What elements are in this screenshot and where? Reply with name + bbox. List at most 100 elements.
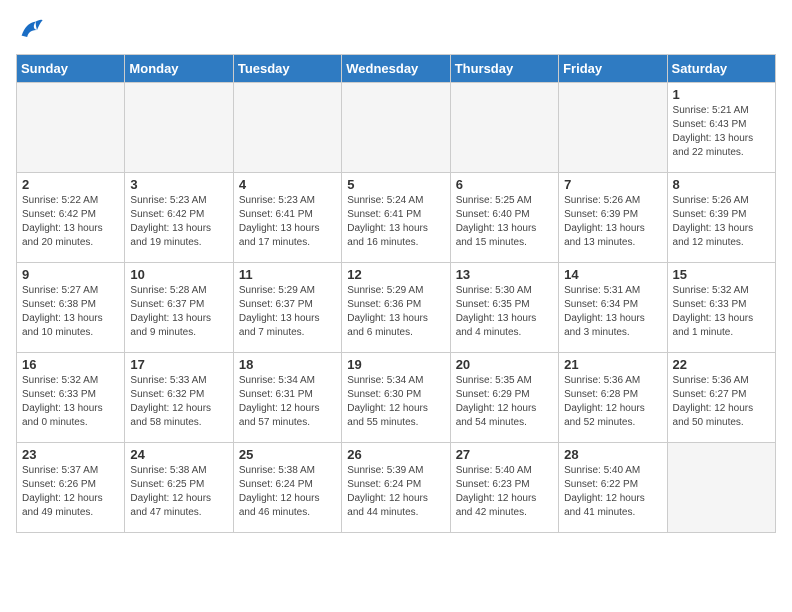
day-number: 20 (456, 357, 553, 372)
calendar-day-cell: 12 Sunrise: 5:29 AM Sunset: 6:36 PM Dayli… (342, 263, 450, 353)
day-info: Sunrise: 5:26 AM Sunset: 6:39 PM Dayligh… (564, 194, 661, 250)
weekday-header-tuesday: Tuesday (233, 55, 341, 83)
day-number: 27 (456, 447, 553, 462)
calendar-day-cell: 5 Sunrise: 5:24 AM Sunset: 6:41 PM Daylig… (342, 173, 450, 263)
calendar-day-cell: 16 Sunrise: 5:32 AM Sunset: 6:33 PM Dayli… (17, 353, 125, 443)
weekday-header-friday: Friday (559, 55, 667, 83)
calendar-day-cell: 1 Sunrise: 5:21 AM Sunset: 6:43 PM Daylig… (667, 83, 775, 173)
day-info: Sunrise: 5:38 AM Sunset: 6:24 PM Dayligh… (239, 464, 336, 520)
day-info: Sunrise: 5:32 AM Sunset: 6:33 PM Dayligh… (673, 284, 770, 340)
calendar-day-cell (125, 83, 233, 173)
calendar-day-cell (559, 83, 667, 173)
day-number: 8 (673, 177, 770, 192)
day-number: 12 (347, 267, 444, 282)
day-number: 28 (564, 447, 661, 462)
day-info: Sunrise: 5:23 AM Sunset: 6:41 PM Dayligh… (239, 194, 336, 250)
day-number: 23 (22, 447, 119, 462)
day-number: 9 (22, 267, 119, 282)
calendar-week-row: 1 Sunrise: 5:21 AM Sunset: 6:43 PM Daylig… (17, 83, 776, 173)
day-info: Sunrise: 5:34 AM Sunset: 6:31 PM Dayligh… (239, 374, 336, 430)
day-info: Sunrise: 5:40 AM Sunset: 6:22 PM Dayligh… (564, 464, 661, 520)
day-info: Sunrise: 5:37 AM Sunset: 6:26 PM Dayligh… (22, 464, 119, 520)
calendar-day-cell: 19 Sunrise: 5:34 AM Sunset: 6:30 PM Dayli… (342, 353, 450, 443)
calendar-day-cell (233, 83, 341, 173)
calendar-day-cell: 27 Sunrise: 5:40 AM Sunset: 6:23 PM Dayli… (450, 443, 558, 533)
day-number: 3 (130, 177, 227, 192)
day-info: Sunrise: 5:26 AM Sunset: 6:39 PM Dayligh… (673, 194, 770, 250)
day-number: 10 (130, 267, 227, 282)
day-info: Sunrise: 5:30 AM Sunset: 6:35 PM Dayligh… (456, 284, 553, 340)
calendar-day-cell: 14 Sunrise: 5:31 AM Sunset: 6:34 PM Dayli… (559, 263, 667, 353)
calendar-day-cell: 11Sunrise: 5:29 AM Sunset: 6:37 PM Dayli… (233, 263, 341, 353)
calendar-day-cell: 24 Sunrise: 5:38 AM Sunset: 6:25 PM Dayli… (125, 443, 233, 533)
day-info: Sunrise: 5:36 AM Sunset: 6:28 PM Dayligh… (564, 374, 661, 430)
day-info: Sunrise: 5:22 AM Sunset: 6:42 PM Dayligh… (22, 194, 119, 250)
day-info: Sunrise: 5:40 AM Sunset: 6:23 PM Dayligh… (456, 464, 553, 520)
calendar-day-cell: 23 Sunrise: 5:37 AM Sunset: 6:26 PM Dayli… (17, 443, 125, 533)
day-number: 14 (564, 267, 661, 282)
day-number: 7 (564, 177, 661, 192)
page-header (16, 16, 776, 44)
weekday-header-sunday: Sunday (17, 55, 125, 83)
logo (16, 16, 48, 44)
day-info: Sunrise: 5:23 AM Sunset: 6:42 PM Dayligh… (130, 194, 227, 250)
day-number: 5 (347, 177, 444, 192)
day-number: 22 (673, 357, 770, 372)
calendar-day-cell: 9 Sunrise: 5:27 AM Sunset: 6:38 PM Daylig… (17, 263, 125, 353)
day-number: 6 (456, 177, 553, 192)
calendar-day-cell: 7 Sunrise: 5:26 AM Sunset: 6:39 PM Daylig… (559, 173, 667, 263)
calendar-day-cell: 22 Sunrise: 5:36 AM Sunset: 6:27 PM Dayli… (667, 353, 775, 443)
calendar-day-cell (667, 443, 775, 533)
calendar-week-row: 23 Sunrise: 5:37 AM Sunset: 6:26 PM Dayli… (17, 443, 776, 533)
calendar-day-cell (450, 83, 558, 173)
day-info: Sunrise: 5:34 AM Sunset: 6:30 PM Dayligh… (347, 374, 444, 430)
calendar-week-row: 9 Sunrise: 5:27 AM Sunset: 6:38 PM Daylig… (17, 263, 776, 353)
calendar-day-cell: 17Sunrise: 5:33 AM Sunset: 6:32 PM Dayli… (125, 353, 233, 443)
weekday-header-monday: Monday (125, 55, 233, 83)
day-info: Sunrise: 5:32 AM Sunset: 6:33 PM Dayligh… (22, 374, 119, 430)
weekday-header-wednesday: Wednesday (342, 55, 450, 83)
day-number: 25 (239, 447, 336, 462)
calendar-day-cell: 28 Sunrise: 5:40 AM Sunset: 6:22 PM Dayli… (559, 443, 667, 533)
day-number: 1 (673, 87, 770, 102)
day-info: Sunrise: 5:27 AM Sunset: 6:38 PM Dayligh… (22, 284, 119, 340)
day-number: 2 (22, 177, 119, 192)
calendar-day-cell: 20 Sunrise: 5:35 AM Sunset: 6:29 PM Dayli… (450, 353, 558, 443)
calendar-day-cell: 8 Sunrise: 5:26 AM Sunset: 6:39 PM Daylig… (667, 173, 775, 263)
day-info: Sunrise: 5:33 AM Sunset: 6:32 PM Dayligh… (130, 374, 227, 430)
calendar-week-row: 16 Sunrise: 5:32 AM Sunset: 6:33 PM Dayli… (17, 353, 776, 443)
calendar-table: SundayMondayTuesdayWednesdayThursdayFrid… (16, 54, 776, 533)
day-number: 4 (239, 177, 336, 192)
calendar-day-cell: 13 Sunrise: 5:30 AM Sunset: 6:35 PM Dayli… (450, 263, 558, 353)
weekday-header-thursday: Thursday (450, 55, 558, 83)
day-info: Sunrise: 5:29 AM Sunset: 6:37 PM Dayligh… (239, 284, 336, 340)
calendar-day-cell: 25 Sunrise: 5:38 AM Sunset: 6:24 PM Dayli… (233, 443, 341, 533)
day-info: Sunrise: 5:21 AM Sunset: 6:43 PM Dayligh… (673, 104, 770, 160)
day-number: 13 (456, 267, 553, 282)
calendar-header-row: SundayMondayTuesdayWednesdayThursdayFrid… (17, 55, 776, 83)
day-number: 21 (564, 357, 661, 372)
calendar-week-row: 2 Sunrise: 5:22 AM Sunset: 6:42 PM Daylig… (17, 173, 776, 263)
day-info: Sunrise: 5:36 AM Sunset: 6:27 PM Dayligh… (673, 374, 770, 430)
day-number: 24 (130, 447, 227, 462)
day-info: Sunrise: 5:28 AM Sunset: 6:37 PM Dayligh… (130, 284, 227, 340)
day-number: 19 (347, 357, 444, 372)
logo-bird-icon (16, 16, 44, 44)
calendar-day-cell: 10 Sunrise: 5:28 AM Sunset: 6:37 PM Dayli… (125, 263, 233, 353)
calendar-day-cell (17, 83, 125, 173)
day-number: 16 (22, 357, 119, 372)
day-info: Sunrise: 5:35 AM Sunset: 6:29 PM Dayligh… (456, 374, 553, 430)
calendar-day-cell: 3 Sunrise: 5:23 AM Sunset: 6:42 PM Daylig… (125, 173, 233, 263)
day-info: Sunrise: 5:38 AM Sunset: 6:25 PM Dayligh… (130, 464, 227, 520)
calendar-day-cell: 21 Sunrise: 5:36 AM Sunset: 6:28 PM Dayli… (559, 353, 667, 443)
calendar-day-cell: 4 Sunrise: 5:23 AM Sunset: 6:41 PM Daylig… (233, 173, 341, 263)
day-info: Sunrise: 5:24 AM Sunset: 6:41 PM Dayligh… (347, 194, 444, 250)
calendar-day-cell: 6Sunrise: 5:25 AM Sunset: 6:40 PM Daylig… (450, 173, 558, 263)
calendar-day-cell: 18Sunrise: 5:34 AM Sunset: 6:31 PM Dayli… (233, 353, 341, 443)
calendar-day-cell: 2 Sunrise: 5:22 AM Sunset: 6:42 PM Daylig… (17, 173, 125, 263)
day-info: Sunrise: 5:31 AM Sunset: 6:34 PM Dayligh… (564, 284, 661, 340)
day-info: Sunrise: 5:29 AM Sunset: 6:36 PM Dayligh… (347, 284, 444, 340)
calendar-day-cell (342, 83, 450, 173)
day-number: 15 (673, 267, 770, 282)
calendar-day-cell: 26Sunrise: 5:39 AM Sunset: 6:24 PM Dayli… (342, 443, 450, 533)
